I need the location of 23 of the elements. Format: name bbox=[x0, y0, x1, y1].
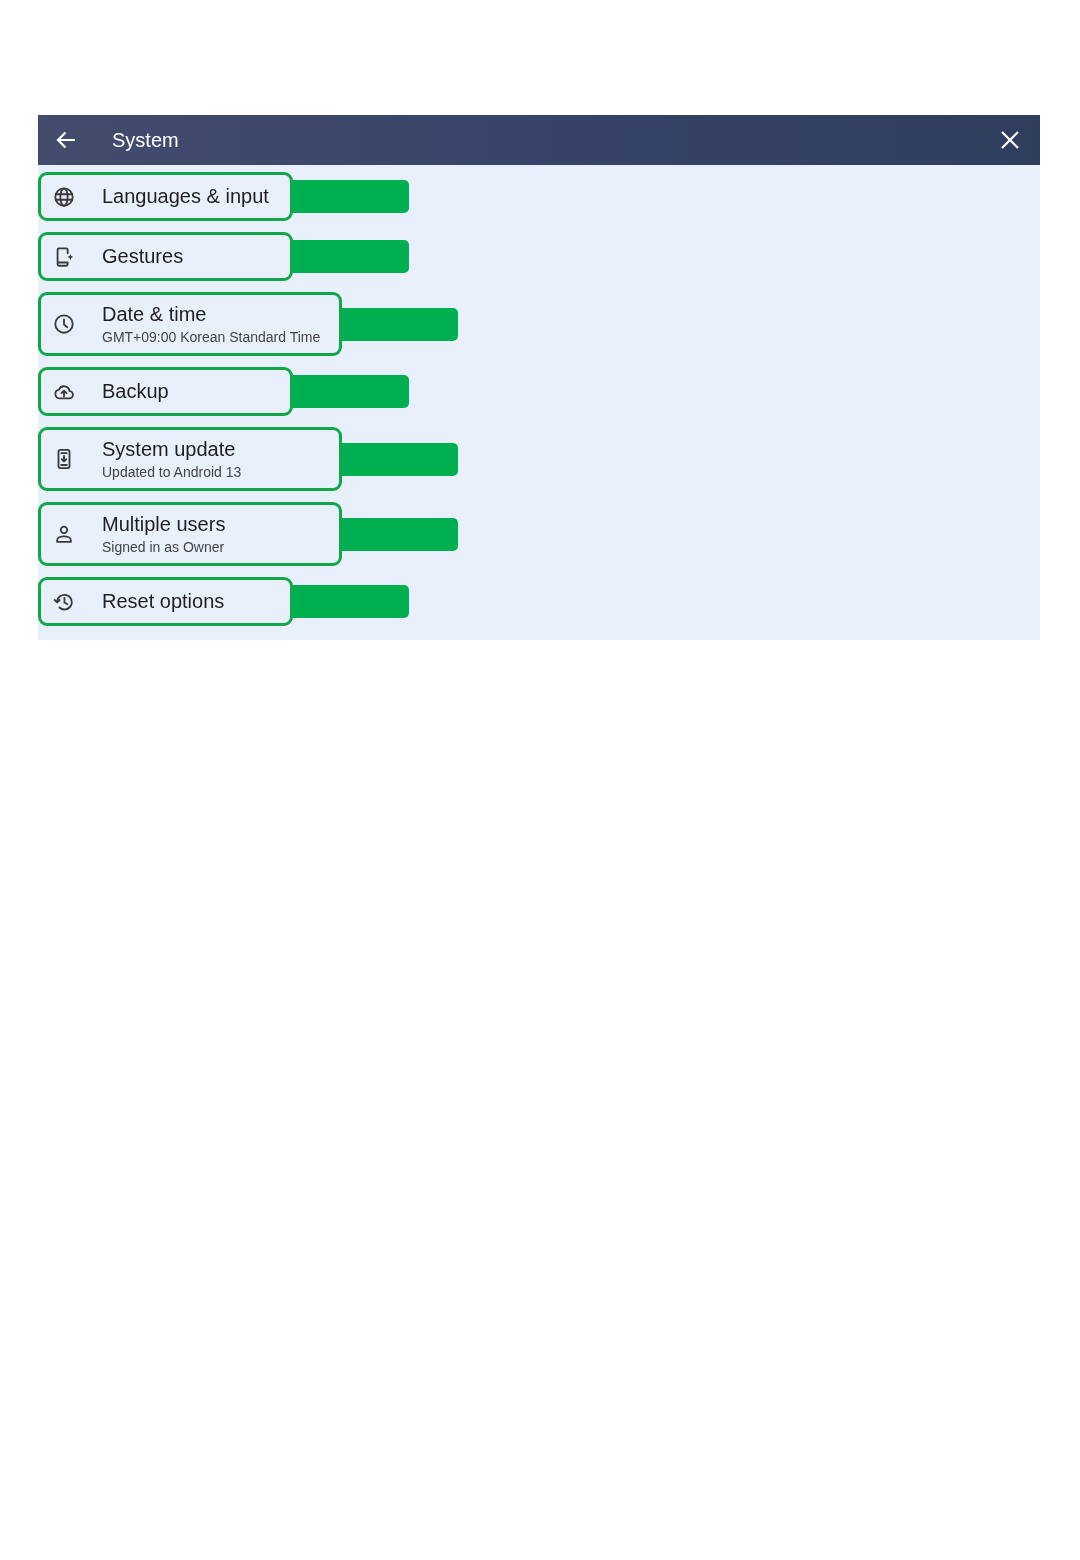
item-title: Date & time bbox=[102, 302, 208, 326]
item-title: Multiple users bbox=[102, 512, 226, 536]
close-icon bbox=[1001, 131, 1019, 149]
settings-item[interactable]: Reset options bbox=[38, 577, 293, 626]
item-subtitle: Updated to Android 13 bbox=[102, 463, 242, 481]
settings-item[interactable]: System update Updated to Android 13 bbox=[38, 427, 342, 491]
person-icon bbox=[53, 523, 75, 545]
item-subtitle: GMT+09:00 Korean Standard Time bbox=[102, 328, 321, 346]
screen-title: System bbox=[112, 128, 179, 152]
settings-item[interactable]: Multiple users Signed in as Owner bbox=[38, 502, 342, 566]
settings-item[interactable]: Languages & input bbox=[38, 172, 293, 221]
settings-item[interactable]: Gestures bbox=[38, 232, 293, 281]
globe-icon bbox=[53, 185, 75, 208]
item-title: System update bbox=[102, 437, 237, 461]
item-subtitle: Signed in as Owner bbox=[102, 538, 226, 556]
back-arrow-icon bbox=[56, 131, 76, 149]
item-title: Reset options bbox=[102, 590, 225, 613]
clock-icon bbox=[53, 313, 75, 335]
item-title: Gestures bbox=[102, 245, 184, 268]
settings-item[interactable]: Backup bbox=[38, 367, 293, 416]
item-title: Backup bbox=[102, 380, 169, 403]
settings-item[interactable]: Date & time GMT+09:00 Korean Standard Time bbox=[38, 292, 342, 356]
item-title: Languages & input bbox=[102, 185, 269, 208]
